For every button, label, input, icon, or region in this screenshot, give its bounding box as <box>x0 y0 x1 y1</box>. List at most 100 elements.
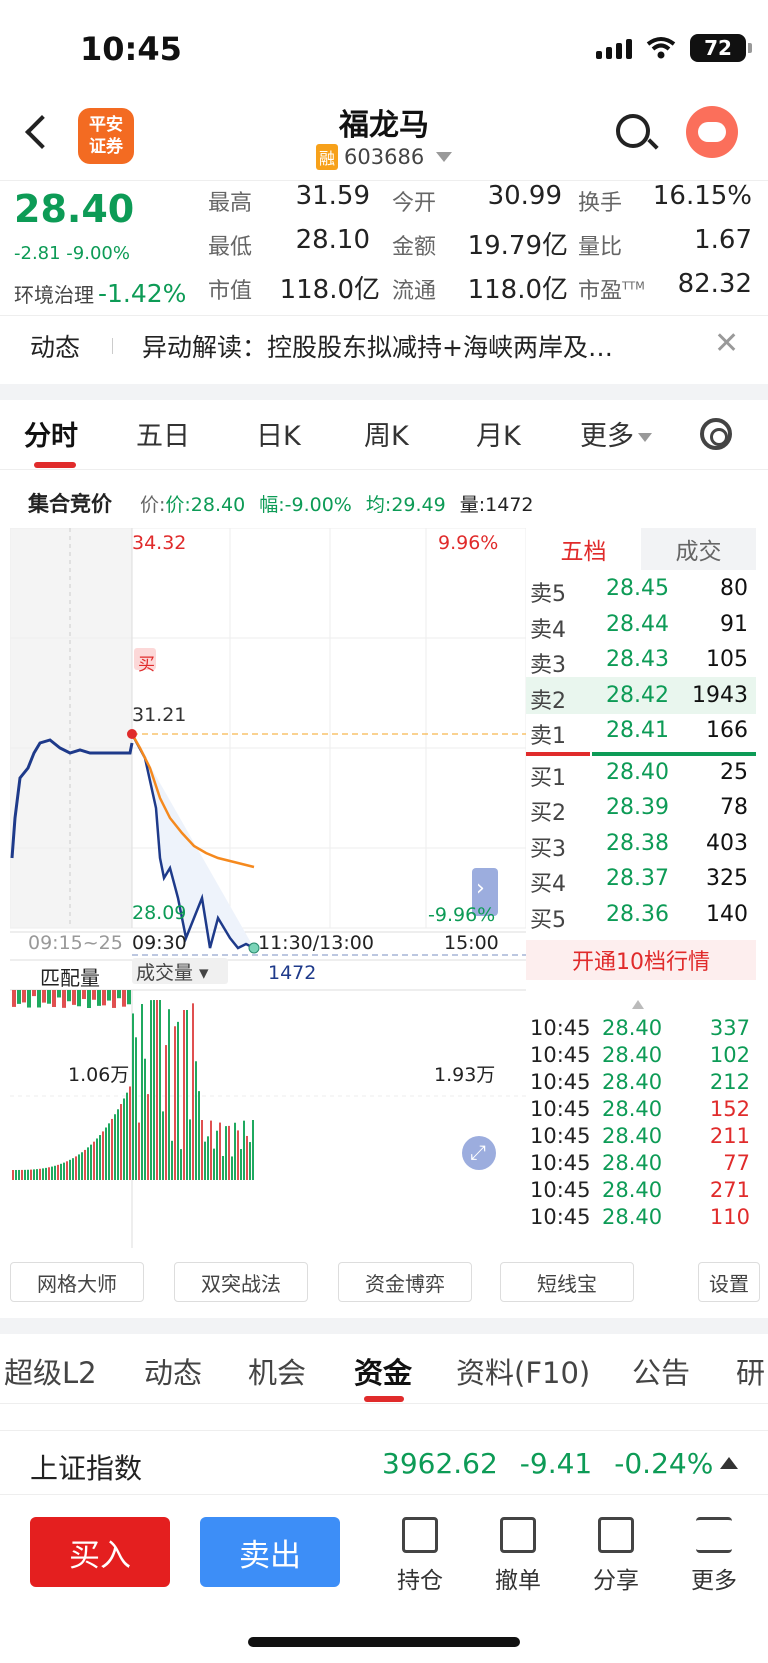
level-name: 买5 <box>530 907 566 933</box>
tick-volume: 152 <box>709 1097 750 1121</box>
tab-daily-k[interactable]: 日K <box>256 414 301 453</box>
tab-research[interactable]: 研 <box>736 1350 765 1392</box>
tick-price: 28.40 <box>602 1016 663 1040</box>
match-volume-bar <box>122 990 126 1007</box>
expand-up-icon[interactable] <box>720 1457 738 1469</box>
order-book-row[interactable]: 卖5 28.45 80 <box>526 570 756 607</box>
tab-five-level[interactable]: 五档 <box>526 528 641 570</box>
tick-volume: 212 <box>709 1070 750 1094</box>
active-tab-indicator <box>34 462 76 468</box>
price-top-label: 34.32 <box>132 532 187 554</box>
double-breakout-button[interactable]: 双突战法 <box>174 1262 308 1302</box>
volume-bar <box>177 1021 179 1180</box>
close-icon[interactable]: ✕ <box>714 326 739 361</box>
index-ticker[interactable]: 上证指数 3962.62 -9.41 -0.24% <box>0 1430 768 1494</box>
sell-button[interactable]: 卖出 <box>200 1517 340 1587</box>
buy-marker: 买 <box>138 655 155 675</box>
order-book-row[interactable]: 卖3 28.43 105 <box>526 641 756 678</box>
volume-selector[interactable]: 成交量 ▾ <box>132 958 228 984</box>
chart-tabs: 分时 五日 日K 周K 月K 更多 <box>0 400 768 470</box>
capital-game-button[interactable]: 资金博弈 <box>338 1262 472 1302</box>
volume-bar <box>201 1120 203 1180</box>
volume-bar <box>246 1135 248 1180</box>
intraday-chart[interactable]: 34.32 9.96% 买 31.21 28.09 -9.96% › 09:15… <box>9 527 527 1248</box>
field-label: 流通 <box>392 279 437 304</box>
avatar[interactable] <box>686 106 738 158</box>
tab-five-day[interactable]: 五日 <box>136 414 190 453</box>
share-button[interactable]: 分享 <box>581 1517 651 1595</box>
level-volume: 105 <box>706 647 748 672</box>
tab-intraday[interactable]: 分时 <box>24 414 78 453</box>
fullscreen-icon[interactable]: ⤢ <box>470 1140 486 1164</box>
order-book-row[interactable]: 买1 28.40 25 <box>526 754 756 791</box>
match-volume-label: 匹配量 <box>40 966 100 990</box>
open-10-level-button[interactable]: 开通10档行情 <box>526 940 756 980</box>
order-book-row[interactable]: 卖2 28.42 1943 <box>526 676 756 714</box>
short-term-button[interactable]: 短线宝 <box>500 1262 634 1302</box>
level-name: 卖1 <box>530 724 566 749</box>
auction-details: 价:价:28.40 幅:-9.00% 均:29.49 量:1472 <box>140 490 534 517</box>
tab-weekly-k[interactable]: 周K <box>364 414 409 453</box>
tick-time: 10:45 <box>530 1070 591 1094</box>
order-book-row[interactable]: 卖4 28.44 91 <box>526 606 756 643</box>
collapse-icon[interactable] <box>632 1000 644 1009</box>
volume-bar <box>72 1158 74 1180</box>
more-button[interactable]: 更多 <box>679 1517 749 1595</box>
match-volume-bar <box>87 990 91 1008</box>
order-book-row[interactable]: 买3 28.38 403 <box>526 825 756 862</box>
tab-opportunity[interactable]: 机会 <box>248 1350 306 1392</box>
volume-bar <box>45 1167 47 1180</box>
order-book-row[interactable]: 买2 28.39 78 <box>526 789 756 826</box>
order-book-row[interactable]: 买4 28.37 325 <box>526 860 756 897</box>
news-bar[interactable]: 动态 异动解读：控股股东拟减持+海峡两岸及… ✕ <box>0 315 768 371</box>
tab-news[interactable]: 动态 <box>144 1350 202 1392</box>
volume-bar <box>60 1163 62 1180</box>
volume-bar <box>63 1162 65 1180</box>
stock-code: 603686 <box>344 145 425 169</box>
tab-f10[interactable]: 资料(F10) <box>456 1350 590 1392</box>
expand-right-icon[interactable]: › <box>476 876 485 901</box>
tool-settings-button[interactable]: 设置 <box>698 1262 760 1302</box>
level-volume: 80 <box>720 576 748 601</box>
holdings-button[interactable]: 持仓 <box>385 1517 455 1595</box>
tab-capital[interactable]: 资金 <box>354 1350 412 1392</box>
trade-tick-row: 10:45 28.40 211 <box>530 1122 754 1150</box>
volume-value: 1472 <box>268 962 317 984</box>
level-name: 卖4 <box>530 617 566 643</box>
level-name: 买4 <box>530 872 566 897</box>
volume-bar <box>198 1091 200 1180</box>
volume-bar <box>240 1149 242 1180</box>
stock-header: 平安 证券 福龙马 融 603686 <box>0 100 768 180</box>
search-icon[interactable] <box>616 114 650 148</box>
tab-super-l2[interactable]: 超级L2 <box>4 1350 97 1392</box>
cancel-order-button[interactable]: 撤单 <box>483 1517 553 1595</box>
level-name: 买3 <box>530 836 566 862</box>
action-bar: 买入 卖出 持仓 撤单 分享 更多 <box>0 1494 768 1663</box>
gear-icon[interactable] <box>700 418 732 450</box>
volume-bar <box>48 1167 50 1180</box>
volume-bar <box>249 1142 251 1180</box>
tab-monthly-k[interactable]: 月K <box>476 414 521 453</box>
stock-code-selector[interactable]: 融 603686 <box>316 144 453 170</box>
grid-master-button[interactable]: 网格大师 <box>10 1262 144 1302</box>
match-volume-bar <box>62 990 66 1008</box>
tick-price: 28.40 <box>602 1178 663 1202</box>
volume-bar <box>111 1118 113 1180</box>
volume-bar <box>27 1169 29 1180</box>
order-book-row[interactable]: 卖1 28.41 166 <box>526 712 756 749</box>
level-price: 28.45 <box>606 576 669 601</box>
sell-pressure-bar <box>526 752 590 756</box>
tab-trades[interactable]: 成交 <box>641 528 756 570</box>
level-volume: 166 <box>706 718 748 743</box>
tick-price: 28.40 <box>602 1097 663 1121</box>
tab-more[interactable]: 更多 <box>580 414 652 453</box>
buy-button[interactable]: 买入 <box>30 1517 170 1587</box>
volume-bar <box>30 1169 32 1180</box>
volume-bar <box>162 1111 164 1180</box>
section-divider <box>0 384 768 400</box>
tab-announcement[interactable]: 公告 <box>632 1350 690 1392</box>
news-text[interactable]: 异动解读：控股股东拟减持+海峡两岸及… <box>142 328 690 364</box>
sector-change[interactable]: 环境治理 -1.42% <box>14 279 186 308</box>
order-book-row[interactable]: 买5 28.36 140 <box>526 896 756 933</box>
level-price: 28.42 <box>606 682 669 708</box>
